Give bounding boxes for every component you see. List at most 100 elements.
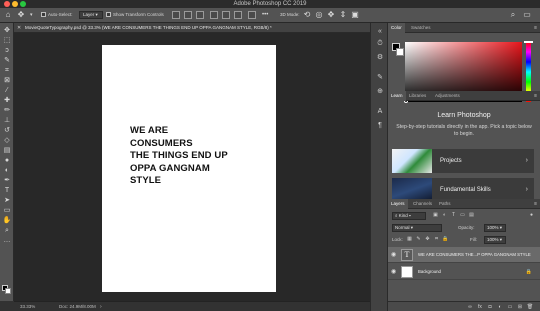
panel-menu-icon[interactable]: ≡ bbox=[534, 91, 537, 101]
color-background-swatch[interactable] bbox=[396, 48, 404, 56]
zoom-icon[interactable]: ⌕ bbox=[2, 226, 12, 235]
collapse-panels-icon[interactable]: « bbox=[374, 27, 386, 37]
layer-style-icon[interactable]: fx bbox=[476, 303, 484, 311]
align-left-icon[interactable] bbox=[172, 11, 180, 19]
pen-icon[interactable]: ✒ bbox=[2, 176, 12, 185]
clone-stamp-icon[interactable]: ⊥ bbox=[2, 116, 12, 125]
auto-select-dropdown[interactable]: Layer ▾ bbox=[79, 11, 103, 19]
status-menu-icon[interactable]: › bbox=[100, 302, 102, 311]
layer-name[interactable]: WE ARE CONSUMERS THE...P OPPA GANGNAM ST… bbox=[418, 247, 531, 263]
workspace-icon[interactable]: ▭ bbox=[522, 10, 532, 20]
3d-roll-icon[interactable]: ◎ bbox=[314, 10, 324, 20]
tab-adjustments[interactable]: Adjustments bbox=[432, 91, 463, 101]
document-tab[interactable]: ✕ MovieQuoteTypography.psd @ 33.3% (WE A… bbox=[14, 23, 370, 33]
path-selection-icon[interactable]: ➤ bbox=[2, 196, 12, 205]
history-brush-icon[interactable]: ↺ bbox=[2, 126, 12, 135]
lock-artboard-icon[interactable]: ⌗ bbox=[433, 236, 440, 243]
search-icon[interactable]: ⌕ bbox=[508, 10, 518, 20]
align-top-icon[interactable] bbox=[210, 11, 218, 19]
filter-toggle-icon[interactable]: ● bbox=[528, 212, 535, 219]
marquee-icon[interactable]: ⬚ bbox=[2, 36, 12, 45]
adjustment-filter-icon[interactable]: ◐ bbox=[441, 212, 448, 219]
properties-icon[interactable]: ⚙ bbox=[374, 53, 386, 63]
fill-field[interactable]: 100% ▾ bbox=[484, 236, 506, 244]
tab-color[interactable]: Color bbox=[388, 23, 405, 33]
new-group-icon[interactable]: ▭ bbox=[506, 303, 514, 311]
tab-libraries[interactable]: Libraries bbox=[406, 91, 429, 101]
3d-scale-icon[interactable]: ▣ bbox=[350, 10, 360, 20]
tab-channels[interactable]: Channels bbox=[410, 199, 435, 209]
eyedropper-icon[interactable]: ⁄ bbox=[2, 86, 12, 95]
brush-settings-icon[interactable]: ✎ bbox=[374, 73, 386, 83]
gradient-icon[interactable]: ▤ bbox=[2, 146, 12, 155]
new-layer-icon[interactable]: ⊞ bbox=[516, 303, 524, 311]
blend-mode-dropdown[interactable]: Normal ▾ bbox=[392, 224, 442, 232]
tab-layers[interactable]: Layers bbox=[388, 199, 408, 209]
distribute-icon[interactable] bbox=[248, 11, 256, 19]
type-icon[interactable]: T bbox=[2, 186, 12, 195]
paragraph-icon[interactable]: ¶ bbox=[374, 121, 386, 131]
layer-row-background[interactable]: ◉ Background 🔒 bbox=[388, 264, 540, 280]
layer-row-text[interactable]: ◉ T WE ARE CONSUMERS THE...P OPPA GANGNA… bbox=[388, 247, 540, 263]
align-right-icon[interactable] bbox=[196, 11, 204, 19]
lock-all-icon[interactable]: 🔒 bbox=[442, 236, 449, 243]
pixel-filter-icon[interactable]: ▣ bbox=[432, 212, 439, 219]
auto-select-checkbox[interactable]: Auto-Select: bbox=[41, 8, 73, 22]
frame-icon[interactable]: ⊠ bbox=[2, 76, 12, 85]
tool-preset-chevron-icon[interactable]: ▾ bbox=[30, 8, 33, 22]
visibility-eye-icon[interactable]: ◉ bbox=[391, 264, 396, 280]
history-icon[interactable]: ⏱ bbox=[374, 39, 386, 49]
background-color-swatch[interactable] bbox=[5, 288, 11, 294]
quick-select-icon[interactable]: ✎ bbox=[2, 56, 12, 65]
smart-object-filter-icon[interactable]: ▤ bbox=[468, 212, 475, 219]
more-options-icon[interactable]: ••• bbox=[262, 8, 268, 22]
3d-rotate-icon[interactable]: ⟲ bbox=[302, 10, 312, 20]
blur-icon[interactable]: ● bbox=[2, 156, 12, 165]
delete-layer-icon[interactable]: 🗑 bbox=[526, 303, 534, 311]
show-transform-controls-checkbox[interactable]: Show Transform Controls bbox=[106, 8, 164, 22]
zoom-level[interactable]: 33.33% bbox=[20, 302, 35, 311]
lasso-icon[interactable]: ↄ bbox=[2, 46, 12, 55]
canvas-area[interactable]: WE ARE CONSUMERS THE THINGS END UP OPPA … bbox=[14, 33, 370, 301]
align-middle-icon[interactable] bbox=[222, 11, 230, 19]
type-filter-icon[interactable]: T bbox=[450, 212, 457, 219]
layer-mask-icon[interactable]: ◘ bbox=[486, 303, 494, 311]
healing-brush-icon[interactable]: ✚ bbox=[2, 96, 12, 105]
move-tool-icon[interactable]: ✥ bbox=[16, 10, 26, 20]
align-bottom-icon[interactable] bbox=[234, 11, 242, 19]
lock-transparent-icon[interactable]: ▦ bbox=[406, 236, 413, 243]
panel-menu-icon[interactable]: ≡ bbox=[534, 199, 537, 209]
opacity-field[interactable]: 100% ▾ bbox=[484, 224, 506, 232]
layer-name[interactable]: Background bbox=[418, 264, 441, 280]
3d-pan-icon[interactable]: ✥ bbox=[326, 10, 336, 20]
shape-filter-icon[interactable]: ▭ bbox=[459, 212, 466, 219]
lock-position-icon[interactable]: ✥ bbox=[424, 236, 431, 243]
lock-image-icon[interactable]: ✎ bbox=[415, 236, 422, 243]
close-document-icon[interactable]: ✕ bbox=[17, 23, 21, 33]
document-canvas[interactable]: WE ARE CONSUMERS THE THINGS END UP OPPA … bbox=[102, 45, 276, 292]
adjustment-layer-icon[interactable]: ◐ bbox=[496, 303, 504, 311]
brush-icon[interactable]: ✏ bbox=[2, 106, 12, 115]
tab-paths[interactable]: Paths bbox=[436, 199, 454, 209]
rectangle-icon[interactable]: ▭ bbox=[2, 206, 12, 215]
link-layers-icon[interactable]: ∞ bbox=[466, 303, 474, 311]
3d-slide-icon[interactable]: ⇕ bbox=[338, 10, 348, 20]
dodge-icon[interactable]: ◐ bbox=[2, 166, 12, 175]
layer-filter-dropdown[interactable]: ⌕ Kind ▾ bbox=[392, 212, 426, 220]
panel-menu-icon[interactable]: ≡ bbox=[534, 23, 537, 33]
tab-learn[interactable]: Learn bbox=[388, 91, 406, 101]
visibility-eye-icon[interactable]: ◉ bbox=[391, 247, 396, 263]
align-center-icon[interactable] bbox=[184, 11, 192, 19]
crop-icon[interactable]: ⌗ bbox=[2, 66, 12, 75]
hand-icon[interactable]: ✋ bbox=[2, 216, 12, 225]
character-icon[interactable]: A bbox=[374, 107, 386, 117]
quote-text-layer[interactable]: WE ARE CONSUMERS THE THINGS END UP OPPA … bbox=[130, 125, 270, 188]
eraser-icon[interactable]: ◇ bbox=[2, 136, 12, 145]
move-icon[interactable]: ✥ bbox=[2, 26, 12, 35]
tab-swatches[interactable]: Swatches bbox=[408, 23, 434, 33]
clone-source-icon[interactable]: ⊕ bbox=[374, 87, 386, 97]
hue-slider-marker[interactable] bbox=[524, 41, 533, 43]
more-tools-icon[interactable]: … bbox=[2, 236, 12, 245]
learn-card-projects[interactable]: Projects › bbox=[392, 149, 534, 173]
home-icon[interactable]: ⌂ bbox=[3, 10, 13, 20]
